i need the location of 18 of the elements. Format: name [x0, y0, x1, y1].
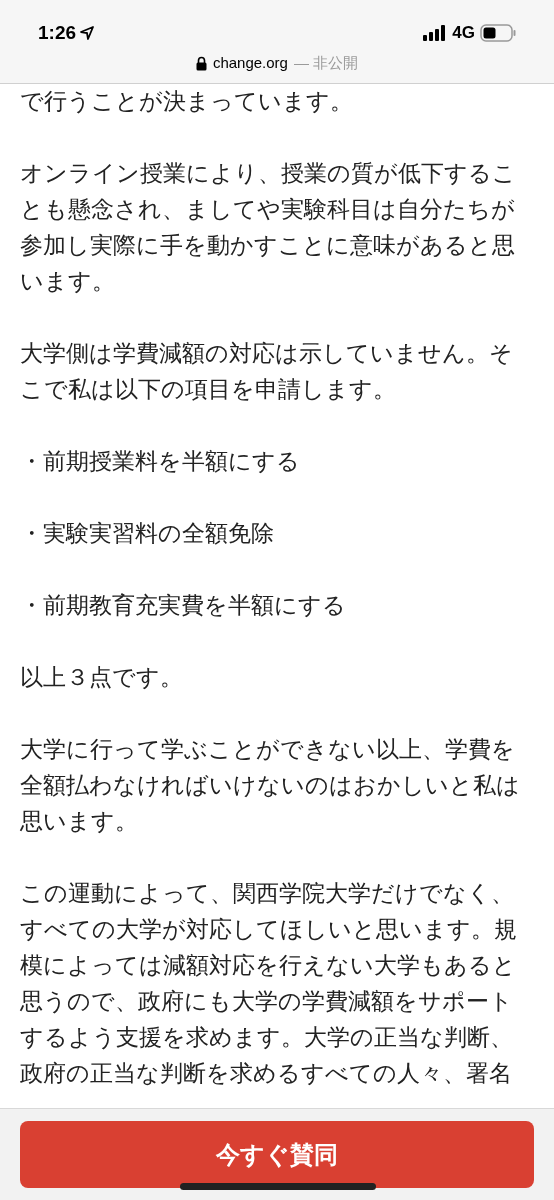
body-paragraph: ・前期教育充実費を半額にする: [20, 592, 347, 620]
location-arrow-icon: [80, 26, 95, 40]
body-paragraph: ・実験実習料の全額免除: [20, 520, 275, 548]
body-paragraph: 大学側は学費減額の対応は示していません。そこで私は以下の項目を申請します。: [20, 340, 514, 404]
status-time: 1:26: [38, 20, 77, 45]
signal-icon: [423, 25, 448, 41]
body-paragraph: この運動によって、関西学院大学だけでなく、すべての大学が対応してほしいと思います。規模によっては減額対応を行えない大学もあると思うので、政府にも大学の学費減額をサポートするよう支援を求めます。大学の正当な判断、政府の正当な判断を求めるすべての人々、署名: [20, 880, 518, 1088]
body-paragraph: 大学に行って学ぶことができない以上、学費を全額払わなければいけないのはおかしいと私は思います。: [20, 736, 521, 836]
body-paragraph: ・前期授業料を半額にする: [20, 448, 301, 476]
body-paragraph: で行うことが決まっています。: [20, 88, 354, 116]
network-label: 4G: [452, 22, 475, 45]
body-paragraph: 以上３点です。: [20, 664, 184, 692]
url-domain[interactable]: change.org: [212, 52, 288, 75]
body-paragraph: オンライン授業により、授業の質が低下することも懸念され、ましてや実験科目は自分たちが参加し実際に手を動かすことに意味があると思います。: [20, 160, 517, 296]
lock-icon: [195, 55, 207, 71]
battery-icon: [480, 24, 516, 42]
support-button[interactable]: 今すぐ賛同: [20, 1121, 534, 1188]
privacy-label: — 非公開: [293, 53, 359, 73]
